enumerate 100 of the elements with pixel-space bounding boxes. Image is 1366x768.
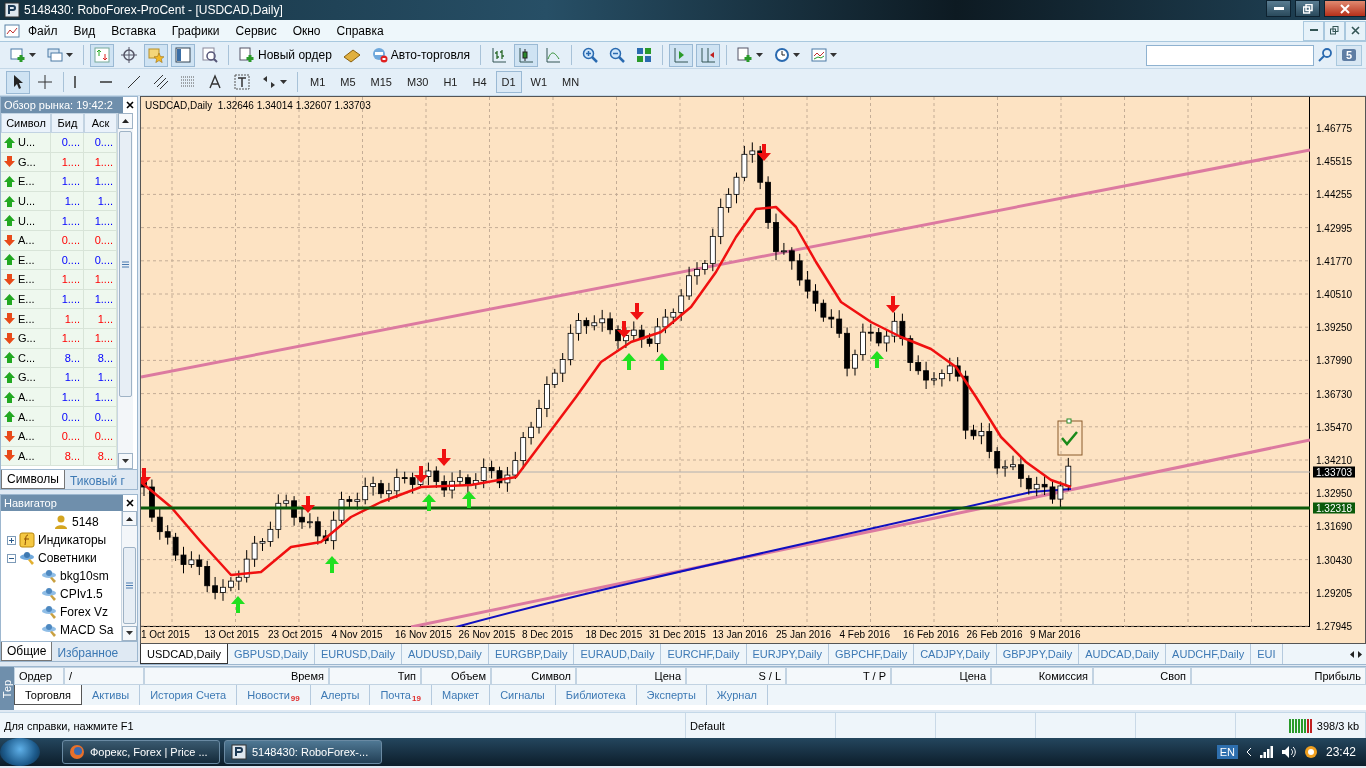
- maximize-button[interactable]: [1295, 0, 1320, 17]
- chart-tab[interactable]: EURGBP,Daily: [488, 644, 575, 664]
- taskbar-item[interactable]: Форекс, Forex | Price ...: [62, 740, 220, 764]
- symbol-cell[interactable]: U...: [1, 191, 51, 211]
- terminal-tab[interactable]: История Счета: [140, 685, 238, 705]
- symbol-cell[interactable]: C...: [1, 348, 51, 368]
- timeframe-button[interactable]: M1: [304, 71, 332, 93]
- symbol-cell[interactable]: E...: [1, 289, 51, 309]
- terminal-tab[interactable]: Торговля: [14, 685, 82, 705]
- menu-item[interactable]: Окно: [284, 23, 329, 38]
- column-header[interactable]: Тип: [329, 667, 421, 685]
- chart-tab[interactable]: GBPCHF,Daily: [829, 644, 915, 664]
- column-header[interactable]: Цена: [891, 667, 991, 685]
- terminal-tab[interactable]: Библиотека: [555, 685, 637, 705]
- chart-tab[interactable]: AUDCHF,Daily: [1166, 644, 1252, 664]
- column-header[interactable]: Ордер: [14, 667, 64, 685]
- search-field[interactable]: [1146, 44, 1314, 66]
- collapse-icon[interactable]: [7, 553, 16, 563]
- symbol-cell[interactable]: U...: [1, 211, 51, 230]
- tree-item-label[interactable]: 5148: [72, 515, 99, 529]
- new-order-button[interactable]: Новый ордер: [235, 43, 336, 67]
- chart-tab[interactable]: EURCHF,Daily: [661, 644, 747, 664]
- tree-item-label[interactable]: CPIv1.5: [60, 587, 103, 601]
- chart-tab[interactable]: EURUSD,Daily: [314, 644, 402, 664]
- restore-button[interactable]: [1324, 20, 1345, 41]
- symbol-cell[interactable]: E...: [1, 172, 51, 191]
- column-header[interactable]: Комиссия: [991, 667, 1093, 685]
- symbol-cell[interactable]: E...: [1, 250, 51, 270]
- symbol-cell[interactable]: G...: [1, 152, 51, 172]
- timeframe-button[interactable]: M30: [400, 71, 435, 93]
- column-header[interactable]: T / P: [786, 667, 891, 685]
- tree-item-label[interactable]: MACD Sa: [60, 623, 114, 637]
- symbol-cell[interactable]: A...: [1, 407, 51, 426]
- chart-tab[interactable]: GBPJPY,Daily: [996, 644, 1080, 664]
- autoscroll-button[interactable]: [669, 43, 694, 67]
- chart-tab[interactable]: EUI: [1251, 644, 1283, 664]
- scrollbar[interactable]: [121, 511, 137, 641]
- terminal-tab[interactable]: Эксперты: [636, 685, 707, 705]
- column-header[interactable]: Время: [144, 667, 329, 685]
- chart-tab[interactable]: AUDCAD,Daily: [1079, 644, 1167, 664]
- notifications-button[interactable]: 5: [1336, 44, 1362, 66]
- symbol-cell[interactable]: E...: [1, 309, 51, 328]
- symbol-cell[interactable]: U...: [1, 133, 51, 152]
- tree-item-label[interactable]: bkg10sm: [60, 569, 109, 583]
- column-header[interactable]: Прибыль: [1191, 667, 1366, 685]
- chart-tab[interactable]: USDCAD,Daily: [140, 644, 228, 664]
- scrollbar[interactable]: [117, 113, 133, 469]
- close-button[interactable]: [123, 97, 137, 113]
- menu-item[interactable]: Сервис: [227, 23, 285, 38]
- panel-tab[interactable]: Общие: [1, 642, 53, 661]
- panel-tab[interactable]: Символы: [1, 470, 65, 489]
- terminal-button[interactable]: [171, 43, 195, 67]
- chart-tab[interactable]: AUDUSD,Daily: [401, 644, 489, 664]
- menu-item[interactable]: Файл: [20, 23, 66, 38]
- chart-shift-button[interactable]: [696, 43, 721, 67]
- cursor-button[interactable]: [6, 70, 30, 94]
- timeframe-button[interactable]: H4: [466, 71, 493, 93]
- auto-trading-button[interactable]: Авто-торговля: [367, 43, 475, 67]
- chart-tab[interactable]: CADJPY,Daily: [914, 644, 997, 664]
- panel-tab[interactable]: Тиковый г: [64, 472, 130, 489]
- menu-item[interactable]: Графики: [163, 23, 228, 38]
- close-button[interactable]: [1324, 0, 1366, 17]
- terminal-tab[interactable]: Сигналы: [490, 685, 556, 705]
- start-button[interactable]: [0, 738, 40, 766]
- timeframe-button[interactable]: MN: [556, 71, 586, 93]
- candlestick-button[interactable]: [514, 43, 539, 67]
- timeframe-button[interactable]: M5: [334, 71, 362, 93]
- column-header[interactable]: Цена: [576, 667, 686, 685]
- column-header[interactable]: Своп: [1093, 667, 1191, 685]
- timeframe-button[interactable]: W1: [524, 71, 554, 93]
- column-header[interactable]: Объем: [421, 667, 491, 685]
- timeframe-button[interactable]: M15: [364, 71, 398, 93]
- expand-icon[interactable]: [7, 535, 16, 545]
- symbol-cell[interactable]: E...: [1, 270, 51, 289]
- chart-tab[interactable]: EURAUD,Daily: [574, 644, 662, 664]
- tree-item-label[interactable]: Советники: [38, 551, 97, 565]
- menu-item[interactable]: Справка: [328, 23, 392, 38]
- symbol-cell[interactable]: G...: [1, 328, 51, 348]
- column-header[interactable]: Бид: [51, 113, 84, 133]
- tree-item-label[interactable]: Forex Vz: [60, 605, 108, 619]
- taskbar-item[interactable]: 5148430: RoboForex-...: [224, 740, 382, 764]
- close-button[interactable]: [123, 495, 137, 511]
- column-header[interactable]: Аск: [84, 113, 117, 133]
- column-header[interactable]: Символ: [491, 667, 576, 685]
- symbol-cell[interactable]: A...: [1, 426, 51, 446]
- timeframe-button[interactable]: D1: [495, 71, 522, 93]
- chart-tab[interactable]: GBPUSD,Daily: [227, 644, 315, 664]
- symbol-cell[interactable]: A...: [1, 230, 51, 250]
- column-header[interactable]: Символ: [1, 113, 51, 133]
- terminal-tab[interactable]: Журнал: [706, 685, 768, 705]
- panel-tab[interactable]: Избранное: [52, 644, 124, 661]
- timeframe-button[interactable]: H1: [437, 71, 464, 93]
- tree-item-label[interactable]: Индикаторы: [38, 533, 107, 547]
- symbol-cell[interactable]: G...: [1, 368, 51, 387]
- terminal-tab[interactable]: Активы: [81, 685, 141, 705]
- menu-item[interactable]: Вставка: [103, 23, 164, 38]
- menu-item[interactable]: Вид: [65, 23, 104, 38]
- symbol-cell[interactable]: A...: [1, 387, 51, 407]
- column-header[interactable]: S / L: [686, 667, 786, 685]
- chart-tab[interactable]: EURJPY,Daily: [746, 644, 829, 664]
